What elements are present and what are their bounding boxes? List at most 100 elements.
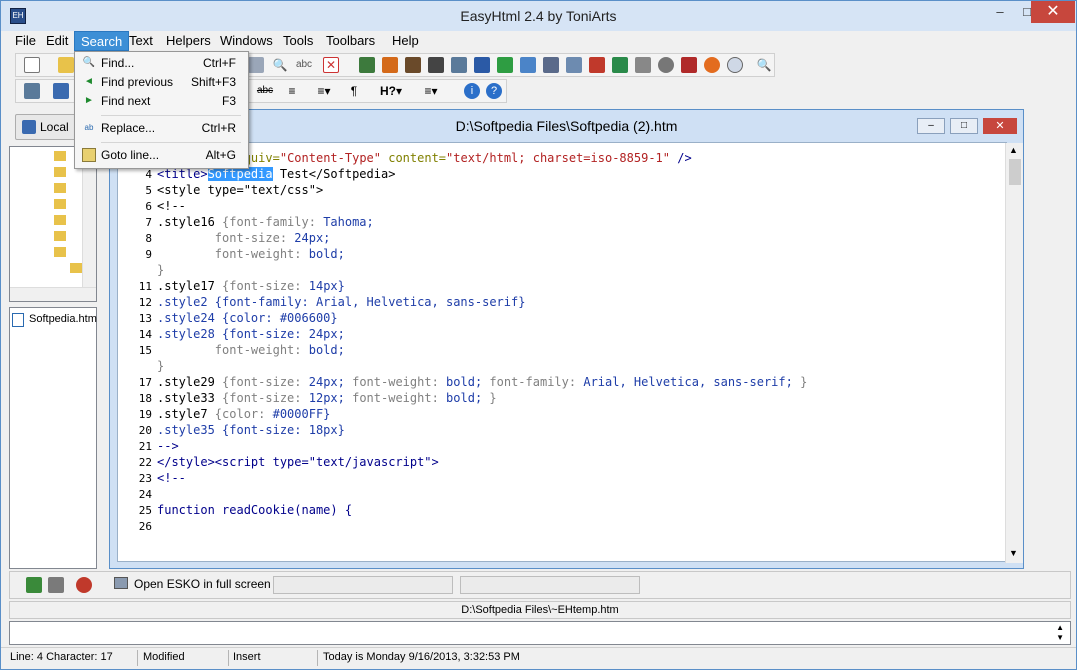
input-scroll-up-icon[interactable]: ▲ — [1056, 623, 1064, 632]
heading-dropdown-icon[interactable]: H?▾ — [374, 83, 408, 99]
menu-toolbars[interactable]: Toolbars — [320, 31, 381, 51]
line-number: 25 — [138, 504, 152, 517]
list-icon[interactable] — [543, 57, 559, 73]
cursor-position: Line: 4 Character: 17 — [10, 651, 113, 663]
code-line: <style type="text/css"> — [157, 183, 324, 197]
scroll-thumb[interactable] — [1009, 159, 1021, 185]
info-icon[interactable]: i — [464, 83, 480, 99]
menu-item-goto-line[interactable]: Goto line... Alt+G — [77, 146, 246, 165]
media-icon[interactable] — [658, 57, 674, 73]
code-line: .style7 {color: #0000FF} — [157, 407, 331, 421]
strikethrough-icon[interactable]: abc — [256, 83, 274, 99]
open-esko-button[interactable]: Open ESKO in full screen — [114, 576, 271, 594]
file-item[interactable]: Softpedia.htm — [12, 312, 97, 328]
line-number: 11 — [138, 280, 152, 293]
search-menu-dropdown: 🔍 Find... Ctrl+F ◄ Find previous Shift+F… — [74, 51, 249, 169]
flash-icon[interactable] — [635, 57, 651, 73]
spell-check-icon[interactable]: abc — [293, 57, 315, 73]
menu-edit[interactable]: Edit — [40, 31, 74, 51]
java-icon[interactable] — [681, 57, 697, 73]
close-button[interactable]: ✕ — [1031, 1, 1075, 23]
refresh-arrow-icon[interactable] — [497, 57, 513, 73]
delete-icon[interactable]: ✕ — [323, 57, 339, 73]
code-line: .style28 {font-size: 24px; — [157, 327, 345, 341]
window-title: EasyHtml 2.4 by ToniArts — [460, 8, 617, 24]
menu-helpers[interactable]: Helpers — [160, 31, 217, 51]
editor-minimize-button[interactable]: – — [917, 118, 945, 134]
layers-icon[interactable] — [612, 57, 628, 73]
windows-icon[interactable] — [53, 83, 69, 99]
menu-tools[interactable]: Tools — [277, 31, 319, 51]
folder-icon — [54, 247, 66, 257]
menu-item-replace[interactable]: ab Replace... Ctrl+R — [77, 119, 246, 138]
code-line: .style29 {font-size: 24px; font-weight: … — [157, 375, 808, 389]
refresh-icon[interactable] — [26, 577, 42, 593]
editor-close-button[interactable]: ✕ — [983, 118, 1017, 134]
code-line: .style16 {font-family: Tahoma; — [157, 215, 374, 229]
local-button[interactable]: Local — [15, 114, 81, 140]
code-line: .style35 {font-size: 18px} — [157, 423, 345, 437]
line-number: 6 — [145, 200, 152, 213]
code-line: function readCookie(name) { — [157, 503, 353, 517]
menu-file[interactable]: File — [9, 31, 42, 51]
status-field-2 — [460, 576, 640, 594]
scroll-down-icon[interactable]: ▼ — [1009, 548, 1018, 558]
folder-tree[interactable] — [9, 146, 97, 302]
code-line: <!-- — [157, 199, 186, 213]
menu-item-find-previous[interactable]: ◄ Find previous Shift+F3 — [77, 73, 246, 92]
command-input[interactable]: ▲ ▼ — [9, 621, 1071, 645]
puzzle-icon[interactable] — [589, 57, 605, 73]
line-number: 12 — [138, 296, 152, 309]
document-icon[interactable] — [474, 57, 490, 73]
folder-icon — [54, 183, 66, 193]
input-scroll-down-icon[interactable]: ▼ — [1056, 633, 1064, 642]
editor-maximize-button[interactable]: □ — [950, 118, 978, 134]
open-file-icon[interactable] — [58, 57, 74, 73]
modified-status: Modified — [143, 651, 185, 663]
align-center-icon[interactable]: ≡ — [284, 83, 300, 99]
plugin-icon[interactable] — [704, 57, 720, 73]
list-dropdown-icon[interactable]: ≡▾ — [418, 83, 444, 99]
menu-text[interactable]: Text — [123, 31, 159, 51]
form-icon[interactable] — [566, 57, 582, 73]
editor-window: D:\Softpedia Files\Softpedia (2).htm – □… — [109, 109, 1024, 569]
goto-line-icon — [82, 148, 96, 162]
editor-scrollbar[interactable]: ▲ ▼ — [1005, 143, 1023, 563]
code-line: .style24 {color: #006600} — [157, 311, 338, 325]
new-file-icon[interactable] — [24, 57, 40, 73]
marker-icon[interactable] — [405, 57, 421, 73]
line-number: 4 — [145, 168, 152, 181]
folder-icon — [70, 263, 82, 273]
paragraph-icon[interactable]: ¶ — [348, 83, 360, 99]
paint-icon[interactable] — [382, 57, 398, 73]
align-dropdown-icon[interactable]: ≡▾ — [312, 83, 336, 99]
image-icon[interactable] — [359, 57, 375, 73]
menu-search[interactable]: Search — [74, 31, 130, 51]
code-line: } — [157, 263, 165, 277]
code-editor[interactable]: 3 4 5 6 7 8 9 11 12 13 14 15 17 18 19 20… — [117, 142, 1023, 563]
menu-item-find-next[interactable]: ► Find next F3 — [77, 92, 246, 111]
insert-mode: Insert — [233, 651, 261, 663]
folder-icon — [54, 215, 66, 225]
scroll-up-icon[interactable]: ▲ — [1009, 145, 1018, 155]
line-number: 5 — [145, 184, 152, 197]
print-icon[interactable] — [248, 57, 264, 73]
tree-hscrollbar[interactable] — [10, 287, 96, 301]
sitemap-icon[interactable] — [428, 57, 444, 73]
stop-icon[interactable] — [76, 577, 92, 593]
help-icon[interactable]: ? — [486, 83, 502, 99]
find-toolbar-icon[interactable]: 🔍 — [272, 57, 288, 73]
code-line: font-size: 24px; — [214, 231, 331, 245]
menu-windows[interactable]: Windows — [214, 31, 279, 51]
menu-item-find[interactable]: 🔍 Find... Ctrl+F — [77, 54, 246, 73]
find-next-icon: ► — [84, 95, 94, 106]
menu-help[interactable]: Help — [386, 31, 425, 51]
line-number: 15 — [138, 344, 152, 357]
clock-icon[interactable] — [727, 57, 743, 73]
notes-icon[interactable] — [48, 577, 64, 593]
table-cells-icon[interactable] — [451, 57, 467, 73]
minimize-button[interactable]: – — [986, 1, 1014, 23]
calendar-icon[interactable] — [24, 83, 40, 99]
preview-icon[interactable]: 🔍 — [756, 57, 772, 73]
table-icon[interactable] — [520, 57, 536, 73]
